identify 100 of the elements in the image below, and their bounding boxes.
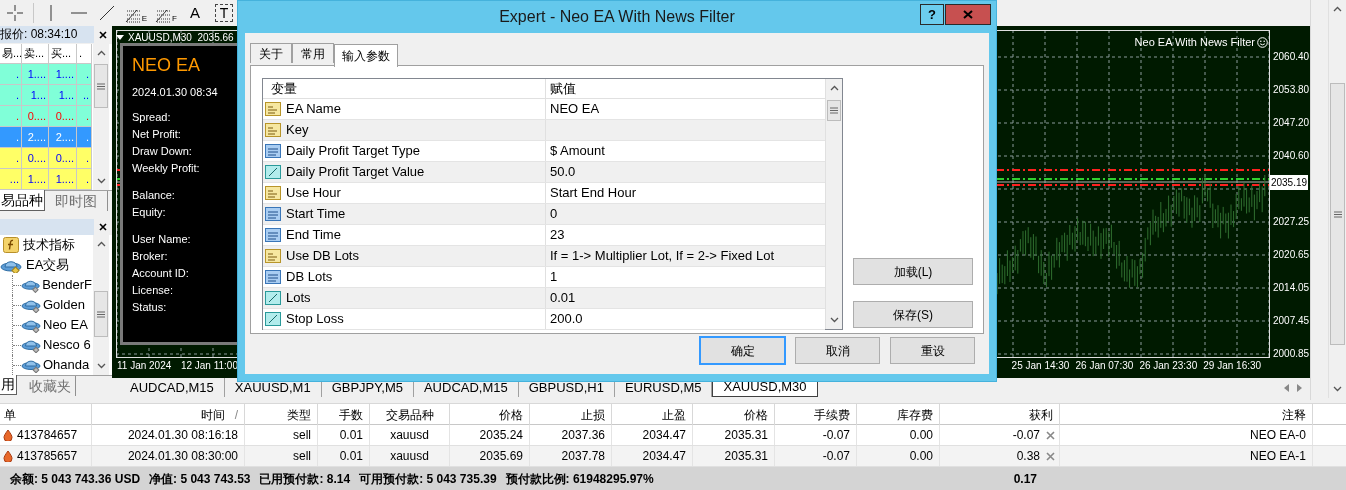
column-header[interactable]: 止盈: [662, 405, 686, 424]
quote-cell: 0....: [22, 106, 49, 127]
tree-item[interactable]: Nesco 6: [43, 335, 91, 355]
chart-symbol: XAUUSD,M30 2035.66: [128, 31, 234, 45]
table-cell-text: xauusd: [390, 448, 429, 465]
info-label: Draw Down:: [132, 144, 192, 159]
order-icon: [3, 429, 13, 441]
column-header[interactable]: 类型: [287, 405, 311, 424]
fibonacci-tool-button[interactable]: E: [121, 1, 151, 25]
tree-item[interactable]: Golden: [43, 295, 85, 315]
scroll-up-icon: [829, 85, 839, 91]
order-icon: [3, 450, 13, 462]
crosshair-icon: [7, 5, 23, 21]
scrollbar-thumb[interactable]: [94, 291, 108, 337]
tab[interactable]: 常用: [292, 43, 334, 63]
tree-item[interactable]: 技术指标: [23, 235, 75, 255]
price-label: 2040.60: [1273, 149, 1310, 163]
parameter-name: Use Hour: [286, 184, 341, 203]
quote-cell: .: [77, 106, 92, 127]
parameter-value: 200.0: [550, 310, 583, 329]
table-cell-text: 2035.69: [479, 448, 523, 465]
scrollbar-thumb[interactable]: [827, 100, 841, 121]
parameter-name: DB Lots: [286, 268, 333, 287]
tree-item[interactable]: Neo EA: [43, 315, 88, 335]
dialog-button[interactable]: 取消: [795, 337, 880, 364]
scrollbar-thumb[interactable]: [94, 64, 108, 108]
quote-cell: 1....: [49, 169, 77, 190]
info-label: User Name:: [132, 232, 191, 247]
parameter-value: NEO EA: [550, 100, 600, 119]
text-tool-button[interactable]: A: [181, 1, 209, 25]
summary-item: 预付款比例: 61948295.97%: [505, 470, 654, 488]
column-header[interactable]: 止损: [581, 405, 605, 424]
scroll-left-icon: [1284, 383, 1289, 392]
close-icon: [1046, 451, 1055, 461]
column-header[interactable]: 时间: [200, 405, 225, 424]
price-label: 2000.85: [1273, 347, 1310, 361]
summary-item: 余额: 5 043 743.36 USD: [10, 470, 141, 488]
time-label: 29 Jan 16:30: [1203, 359, 1262, 373]
parameter-icon: [265, 227, 281, 243]
column-header[interactable]: 交易品种: [385, 405, 434, 424]
tab[interactable]: 用: [0, 375, 17, 395]
scrollbar[interactable]: [93, 235, 109, 375]
dialog-button[interactable]: 加载(L): [853, 258, 973, 285]
table-cell-text: sell: [293, 448, 311, 465]
column-header[interactable]: 手数: [339, 405, 363, 424]
dialog-button[interactable]: 保存(S): [853, 301, 973, 328]
column-header[interactable]: 注释: [1282, 405, 1306, 424]
tree-item[interactable]: Ohanda: [43, 355, 90, 375]
dropdown-icon: [116, 35, 124, 40]
tree-item[interactable]: EA交易: [26, 255, 70, 275]
chart-tab[interactable]: AUDCAD,M15: [120, 378, 225, 397]
dialog-button[interactable]: 确定: [700, 337, 785, 364]
scrollbar[interactable]: [1328, 0, 1346, 398]
quote-cell: 2....: [49, 127, 77, 148]
table-cell-text: -0.07: [822, 448, 850, 465]
tab[interactable]: 易品种: [0, 190, 45, 211]
table-cell-text: 2034.47: [642, 448, 686, 465]
fibonacci-tool-button[interactable]: F: [151, 1, 181, 25]
table-cell-text: -0.07: [822, 427, 850, 444]
scroll-up-icon: [96, 241, 106, 247]
smiley-icon: [1257, 36, 1268, 48]
table-cell-text: -0.07: [1012, 427, 1040, 444]
scrollbar[interactable]: [825, 79, 842, 329]
info-label: Status:: [132, 300, 167, 315]
price-label: 2053.80: [1273, 83, 1310, 97]
tab[interactable]: 即时图: [45, 191, 108, 211]
tab[interactable]: 关于: [250, 43, 292, 63]
quote-cell: 0....: [22, 148, 49, 169]
parameter-name: Key: [286, 121, 309, 140]
help-button[interactable]: ?: [920, 4, 944, 25]
column-header[interactable]: 手续费: [814, 405, 850, 424]
scroll-up-icon: [96, 50, 106, 56]
info-label: Equity:: [132, 205, 166, 220]
column-header[interactable]: 价格: [744, 405, 768, 424]
scrollbar[interactable]: [93, 44, 109, 190]
column-header[interactable]: 赋值: [546, 79, 825, 99]
parameter-name: Daily Profit Target Value: [286, 163, 425, 182]
parameter-value: If = 1-> Multiplier Lot, If = 2-> Fixed Lot: [550, 247, 774, 266]
function-icon: [3, 237, 19, 253]
table-cell-text: 2037.36: [561, 427, 605, 444]
column-header[interactable]: 价格: [499, 405, 523, 424]
quote-cell: .: [77, 127, 92, 148]
scrollbar-thumb[interactable]: [1330, 83, 1345, 345]
dialog-button[interactable]: 重设: [890, 337, 975, 364]
column-header[interactable]: 获利: [1029, 405, 1053, 424]
column-header[interactable]: 单: [4, 405, 16, 424]
quote-cell: .: [77, 64, 92, 85]
table-cell-text: 2035.31: [724, 448, 768, 465]
tree-item[interactable]: BenderF: [42, 275, 92, 295]
table-cell-text: 2024.01.30 08:16:18: [127, 427, 238, 444]
indicator-name: Neo EA With News Filter: [1134, 35, 1255, 50]
horizontal-line-icon: [71, 11, 87, 15]
parameter-name: Use DB Lots: [286, 247, 359, 266]
tab[interactable]: 输入参数: [334, 44, 398, 67]
parameter-name: Daily Profit Target Type: [286, 142, 420, 161]
text-label-tool-button[interactable]: T: [215, 4, 233, 22]
parameter-value: $ Amount: [550, 142, 605, 161]
parameter-icon: [265, 248, 281, 264]
column-header[interactable]: 库存费: [897, 405, 933, 424]
tab[interactable]: 收藏夹: [25, 376, 76, 396]
